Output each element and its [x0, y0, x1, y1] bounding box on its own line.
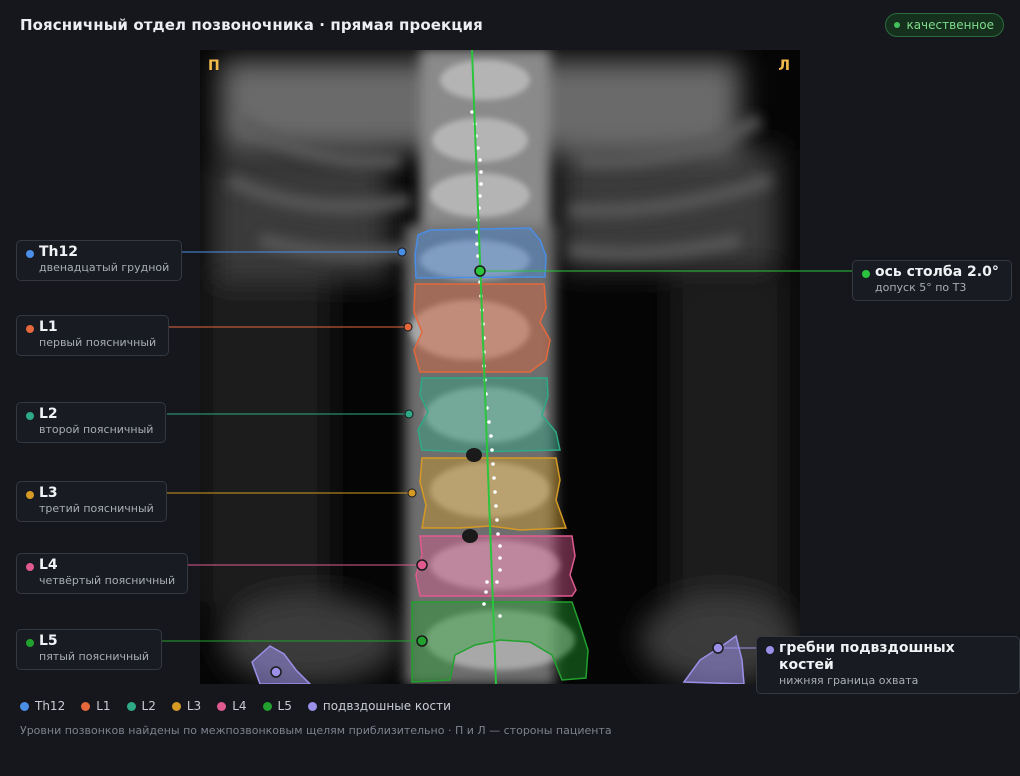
l2-swatch-icon [126, 701, 136, 711]
label-l4[interactable]: L4 четвёртый поясничный [16, 553, 189, 594]
label-th12-sub: двенадцатый грудной [39, 261, 170, 274]
th12-dot-icon [26, 250, 34, 258]
label-l1-sub: первый поясничный [39, 336, 157, 349]
label-l1[interactable]: L1 первый поясничный [16, 315, 170, 356]
legend-label: L2 [141, 699, 156, 713]
label-l3-sub: третий поясничный [39, 502, 154, 515]
label-column-axis[interactable]: ось столба 2.0° допуск 5° по Т3 [852, 260, 1012, 301]
legend: Th12 L1 L2 L3 L4 L5 подвздошные кости [20, 699, 451, 713]
label-th12-name: Th12 [39, 244, 78, 260]
legend-label: L5 [277, 699, 292, 713]
label-l4-sub: четвёртый поясничный [39, 574, 176, 587]
l1-swatch-icon [81, 701, 91, 711]
xray-image[interactable]: П Л [200, 50, 800, 684]
label-l1-name: L1 [39, 319, 58, 335]
vertebra-l5-mask [411, 601, 589, 683]
label-l2-sub: второй поясничный [39, 423, 154, 436]
l5-swatch-icon [262, 701, 272, 711]
legend-item-th12[interactable]: Th12 [20, 699, 65, 713]
patient-left-marker: Л [778, 58, 790, 74]
label-l2-name: L2 [39, 406, 58, 422]
iliac-dot-icon [766, 646, 774, 654]
iliac-crest-right-mask [682, 634, 745, 684]
label-iliac-sub: нижняя граница охвата [779, 674, 919, 687]
label-th12[interactable]: Th12 двенадцатый грудной [16, 240, 183, 281]
iliac-crest-left-mask [251, 645, 312, 684]
label-iliac-name: гребни подвздошных костей [779, 640, 955, 673]
legend-item-iliac[interactable]: подвздошные кости [307, 699, 451, 713]
l5-dot-icon [26, 639, 34, 647]
vertebra-l4-mask [415, 535, 577, 597]
axis-dot-icon [862, 270, 870, 278]
l3-swatch-icon [171, 701, 181, 711]
legend-label: L4 [232, 699, 247, 713]
legend-item-l4[interactable]: L4 [217, 699, 247, 713]
legend-item-l3[interactable]: L3 [171, 699, 202, 713]
legend-item-l2[interactable]: L2 [126, 699, 156, 713]
legend-label: L3 [186, 699, 202, 713]
l4-swatch-icon [217, 701, 227, 711]
segmentation-overlay [251, 50, 745, 684]
vertebra-l3-mask [419, 457, 568, 531]
status-dot-icon [894, 22, 901, 28]
legend-item-l5[interactable]: L5 [262, 699, 292, 713]
label-l3-name: L3 [39, 485, 58, 501]
l2-dot-icon [26, 412, 34, 420]
label-l3[interactable]: L3 третий поясничный [16, 481, 167, 522]
label-l5[interactable]: L5 пятый поясничный [16, 629, 162, 670]
l3-dot-icon [26, 491, 34, 499]
iliac-swatch-icon [307, 701, 317, 711]
label-l5-name: L5 [39, 633, 58, 649]
label-iliac-crests[interactable]: гребни подвздошных костей нижняя граница… [756, 636, 1020, 694]
legend-label: L1 [96, 699, 111, 713]
quality-badge: качественное [885, 13, 1004, 37]
vertebra-l2-mask [417, 377, 561, 453]
l1-dot-icon [26, 325, 34, 333]
page-title: Поясничный отдел позвоночника · прямая п… [20, 16, 483, 34]
footnote: Уровни позвонков найдены по межпозвонков… [20, 724, 612, 737]
quality-badge-label: качественное [906, 18, 994, 32]
label-axis-sub: допуск 5° по Т3 [875, 281, 967, 294]
legend-item-l1[interactable]: L1 [81, 699, 111, 713]
label-l2[interactable]: L2 второй поясничный [16, 402, 167, 443]
l4-dot-icon [26, 563, 34, 571]
label-l5-sub: пятый поясничный [39, 650, 149, 663]
legend-label: Th12 [35, 699, 66, 713]
label-l4-name: L4 [39, 557, 58, 573]
label-axis-name: ось столба 2.0° [875, 264, 999, 280]
patient-right-marker: П [208, 58, 220, 74]
legend-label: подвздошные кости [322, 699, 451, 713]
th12-swatch-icon [20, 701, 29, 711]
